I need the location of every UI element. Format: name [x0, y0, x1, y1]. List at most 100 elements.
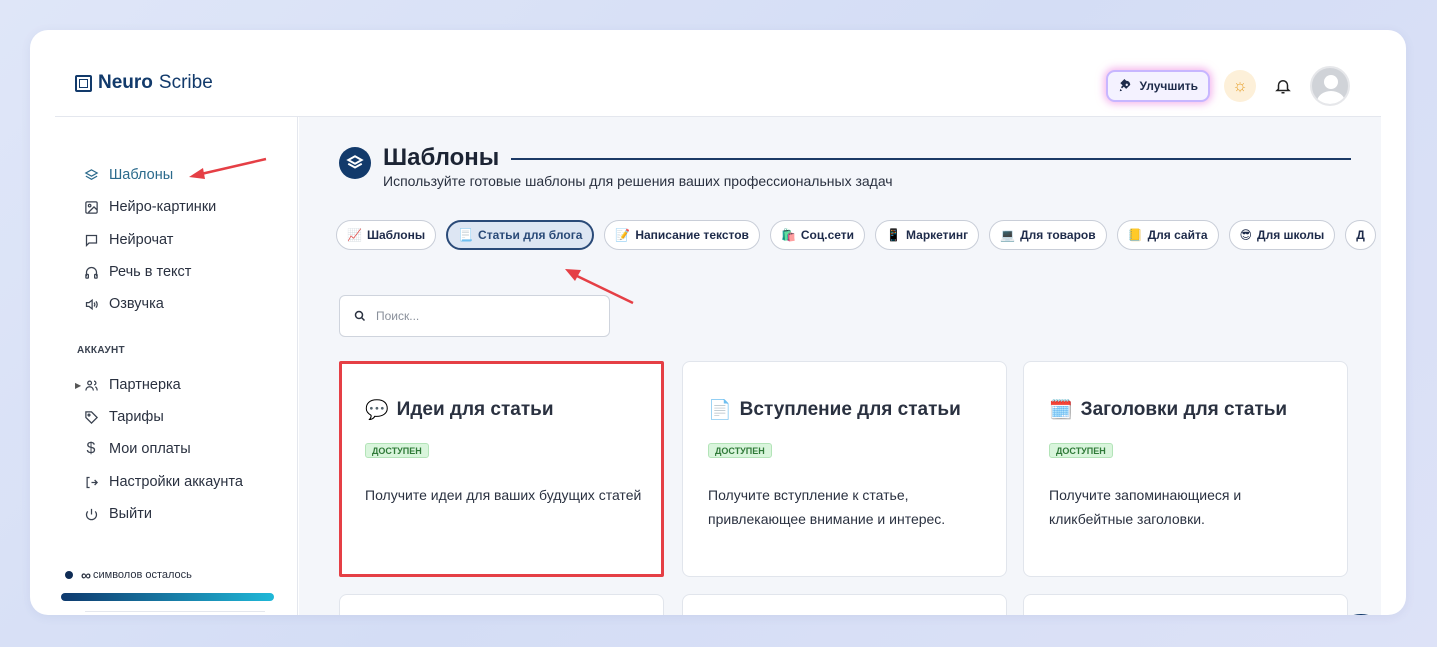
sidebar-item-payments[interactable]: $ Мои оплаты: [83, 440, 191, 457]
search-icon: [354, 310, 366, 322]
users-icon: [83, 377, 99, 393]
chip-writing[interactable]: 📝 Написание текстов: [604, 220, 760, 250]
logo[interactable]: Neuro Scribe: [75, 72, 213, 94]
status-dot: [65, 571, 73, 579]
main-content: Шаблоны Используйте готовые шаблоны для …: [299, 117, 1381, 615]
page-icon: 📃: [458, 228, 474, 242]
category-chips: 📈 Шаблоны 📃 Статьи для блога 📝 Написание те…: [336, 220, 1376, 250]
logout-arrow-icon: [83, 474, 99, 490]
chip-website[interactable]: 📒 Для сайта: [1116, 220, 1219, 250]
page-title: Шаблоны: [383, 144, 500, 171]
chip-label: Написание текстов: [635, 228, 749, 242]
chip-marketing[interactable]: 📱 Маркетинг: [875, 220, 980, 250]
upgrade-label: Улучшить: [1139, 79, 1198, 93]
dollar-icon: $: [86, 440, 96, 457]
app-window: Neuro Scribe Улучшить ☼ Шаблоны Нейро-кар…: [30, 30, 1406, 615]
tag-icon: [83, 409, 99, 425]
calendar-icon: 🗓️: [1049, 400, 1073, 421]
avatar[interactable]: [1310, 66, 1350, 106]
card-title: 💬 Идеи для статьи: [365, 398, 554, 422]
memo-icon: 📝: [615, 228, 631, 242]
upgrade-button[interactable]: Улучшить: [1105, 70, 1210, 102]
sidebar-item-neuro-images[interactable]: Нейро-картинки: [83, 199, 216, 215]
chip-label: Для товаров: [1020, 228, 1096, 242]
sidebar-item-label: Тарифы: [109, 409, 164, 425]
card-title-text: Идеи для статьи: [396, 399, 554, 420]
sidebar-item-label: Речь в текст: [109, 264, 192, 280]
speaker-icon: [83, 296, 99, 312]
card-description: Получите запоминающиеся и кликбейтные за…: [1049, 487, 1242, 527]
document-icon: 📄: [708, 400, 732, 421]
sidebar-item-label: Мои оплаты: [109, 441, 191, 457]
annotation-arrow: [189, 157, 267, 179]
card-title: 📄 Вступление для статьи: [708, 398, 961, 422]
status-badge: ДОСТУПЕН: [708, 443, 772, 458]
sidebar-item-voiceover[interactable]: Озвучка: [83, 296, 164, 312]
shopping-bags-icon: 🛍️: [780, 228, 796, 242]
power-icon: [83, 506, 99, 522]
layers-icon: [339, 147, 371, 179]
search-placeholder: Поиск...: [376, 309, 420, 323]
bell-icon[interactable]: [1270, 73, 1296, 99]
sidebar-item-account-settings[interactable]: Настройки аккаунта: [83, 474, 243, 490]
theme-toggle-sun-icon[interactable]: ☼: [1224, 70, 1256, 102]
template-card[interactable]: [339, 594, 664, 615]
ledger-icon: 📒: [1127, 228, 1143, 242]
credits-infinity: ∞: [81, 567, 91, 583]
sidebar-item-label: Шаблоны: [109, 167, 174, 183]
logo-thin: Scribe: [158, 72, 213, 93]
chat-icon: [83, 232, 99, 248]
chip-label: Маркетинг: [906, 228, 969, 242]
template-card[interactable]: [682, 594, 1007, 615]
template-card[interactable]: [1023, 594, 1348, 615]
sidebar-item-speech-to-text[interactable]: Речь в текст: [83, 264, 191, 280]
chip-label: Для школы: [1257, 228, 1325, 242]
credits-text: символов осталось: [92, 569, 192, 581]
chip-products[interactable]: 💻 Для товаров: [989, 220, 1107, 250]
image-icon: [83, 199, 99, 215]
chip-label: Соц.сети: [800, 228, 855, 242]
status-badge: ДОСТУПЕН: [1049, 443, 1113, 458]
card-title: 🗓️ Заголовки для статьи: [1049, 398, 1287, 422]
chip-label: Статьи для блога: [478, 228, 583, 242]
chip-school[interactable]: 😎 Для школы: [1228, 220, 1336, 250]
search-input[interactable]: Поиск...: [339, 295, 610, 337]
card-title-text: Вступление для статьи: [739, 399, 961, 420]
sidebar-item-label: Настройки аккаунта: [109, 474, 243, 490]
sidebar-divider: [85, 611, 265, 615]
speech-bubble-icon: 💬: [365, 400, 389, 421]
sidebar-item-tariffs[interactable]: Тарифы: [83, 409, 164, 425]
card-description: Получите вступление к статье, привлекающ…: [708, 487, 946, 527]
sidebar-item-neurochat[interactable]: Нейрочат: [83, 232, 173, 248]
laptop-icon: 💻: [1000, 228, 1016, 242]
sidebar-item-label: Партнерка: [109, 377, 181, 393]
chip-social[interactable]: 🛍️ Соц.сети: [769, 220, 866, 250]
sidebar-item-label: Нейро-картинки: [109, 199, 217, 215]
rocket-icon: [1119, 79, 1130, 92]
chip-label: Шаблоны: [366, 228, 426, 242]
chip-templates[interactable]: 📈 Шаблоны: [336, 220, 437, 250]
headphones-icon: [83, 264, 99, 280]
chart-icon: 📈: [347, 228, 362, 242]
caret-right-icon[interactable]: ▶: [75, 381, 81, 390]
header-actions: Улучшить ☼: [1105, 66, 1350, 106]
card-description: Получите идеи для ваших будущих статей: [365, 487, 642, 503]
phone-icon: 📱: [886, 228, 901, 242]
credits-progress-bar: [61, 593, 274, 601]
credits-status: ∞ символов осталось: [65, 567, 192, 583]
template-card-article-intro[interactable]: 📄 Вступление для статьи ДОСТУПЕН Получите…: [682, 361, 1007, 577]
sidebar-item-label: Нейрочат: [109, 232, 174, 248]
sidebar: Шаблоны Нейро-картинки Нейрочат Речь в т…: [55, 117, 298, 615]
template-card-article-ideas[interactable]: 💬 Идеи для статьи ДОСТУПЕН Получите идеи …: [339, 361, 664, 577]
sidebar-item-templates[interactable]: Шаблоны: [83, 167, 173, 183]
page-subtitle: Используйте готовые шаблоны для решения …: [383, 173, 893, 189]
chip-blog-articles[interactable]: 📃 Статьи для блога: [446, 220, 595, 250]
chip-label: Д: [1356, 228, 1365, 242]
template-card-article-headlines[interactable]: 🗓️ Заголовки для статьи ДОСТУПЕН Получите…: [1023, 361, 1348, 577]
sidebar-item-partners[interactable]: Партнерка: [83, 377, 181, 393]
sidebar-item-logout[interactable]: Выйти: [83, 506, 152, 522]
status-badge: ДОСТУПЕН: [365, 443, 429, 458]
title-divider: [511, 158, 1351, 160]
chip-more[interactable]: Д: [1345, 220, 1376, 250]
logo-icon: [75, 74, 92, 92]
